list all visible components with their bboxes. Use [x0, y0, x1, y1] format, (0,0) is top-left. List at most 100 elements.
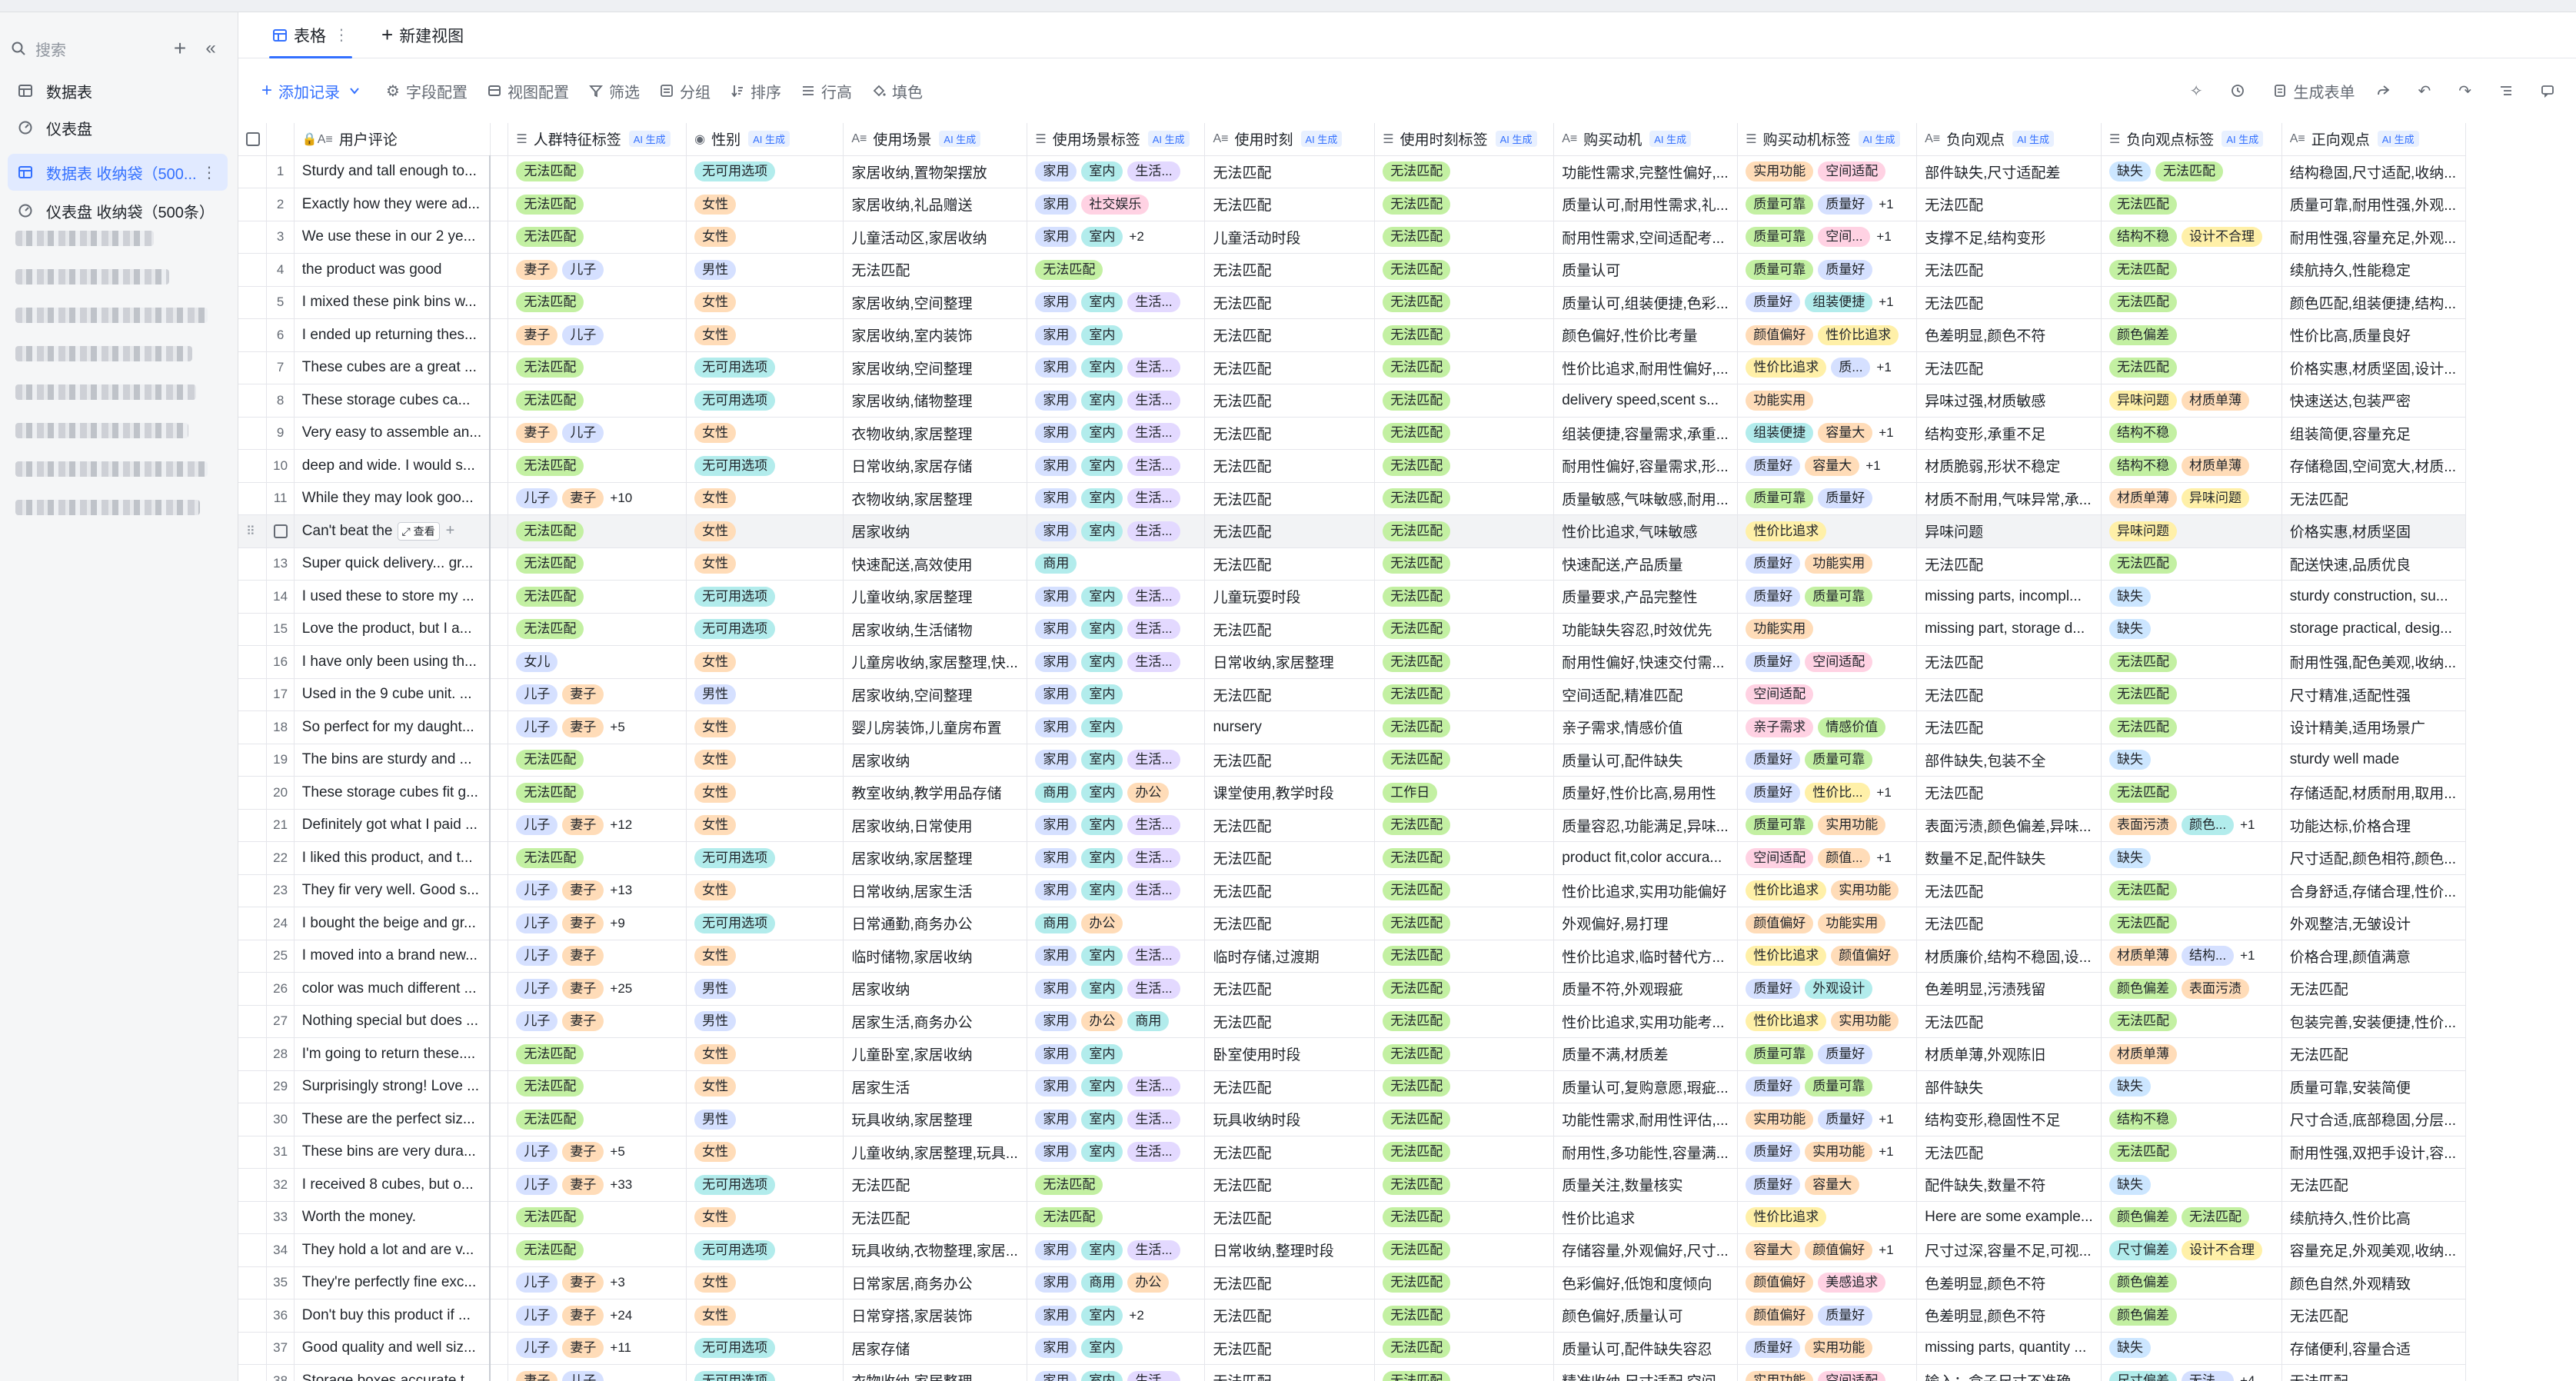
- cell-review[interactable]: We use these in our 2 ye...: [294, 221, 491, 254]
- cell-review[interactable]: While they may look goo...: [294, 482, 491, 515]
- cell-motive-tag[interactable]: 实用功能 空间适配: [1737, 1364, 1918, 1381]
- cell-crowd[interactable]: 儿子 妻子: [508, 678, 687, 711]
- cell-negative[interactable]: 部件缺失: [1916, 1070, 2102, 1103]
- cell-crowd[interactable]: 无法匹配: [508, 776, 687, 810]
- cell-gender[interactable]: 女性: [686, 1266, 844, 1299]
- cell-positive[interactable]: 快速送达,包装严密: [2281, 384, 2466, 418]
- cell-scene[interactable]: 儿童收纳,家居整理,玩具...: [843, 1136, 1028, 1169]
- row-select-cell[interactable]: [238, 1299, 268, 1333]
- row-select-cell[interactable]: [238, 1168, 268, 1202]
- more-count[interactable]: +3: [610, 1275, 624, 1289]
- cell-time[interactable]: 日常收纳,家居整理: [1204, 645, 1376, 679]
- cell-negative-tag[interactable]: 尺寸偏差 无法... +4: [2101, 1364, 2282, 1381]
- filter-button[interactable]: 筛选: [588, 80, 640, 102]
- row-select-cell[interactable]: [238, 351, 268, 384]
- row-select-cell[interactable]: [238, 449, 268, 483]
- cell-scene-tag[interactable]: 无法匹配: [1027, 1168, 1206, 1202]
- row-select-cell[interactable]: [238, 417, 268, 450]
- cell-motive[interactable]: 质量容忍,功能满足,异味...: [1553, 809, 1739, 842]
- cell-time-tag[interactable]: 无法匹配: [1374, 580, 1555, 614]
- table-row[interactable]: 28 I'm going to return these.... 无法匹配 女性 儿童卧…: [238, 1037, 2576, 1071]
- cell-motive[interactable]: delivery speed,scent s...: [1553, 384, 1739, 418]
- cell-review[interactable]: Can't beat the ⤢ 查看 +: [294, 514, 491, 548]
- cell-scene[interactable]: 玩具收纳,衣物整理,家居...: [843, 1233, 1028, 1267]
- table-row[interactable]: 15 Love the product, but I a... 无法匹配 无可用选项 居…: [238, 613, 2576, 646]
- row-select-cell[interactable]: [238, 547, 268, 581]
- cell-time-tag[interactable]: 无法匹配: [1374, 1364, 1555, 1381]
- cell-scene[interactable]: 居家收纳,日常使用: [843, 809, 1028, 842]
- cell-crowd[interactable]: 妻子 儿子: [508, 1364, 687, 1381]
- sidebar-item-3[interactable]: 仪表盘 收纳袋（500条）: [8, 192, 228, 229]
- cell-positive[interactable]: 颜色自然,外观精致: [2281, 1266, 2466, 1299]
- cell-positive[interactable]: 容量充足,外观美观,收纳...: [2281, 1233, 2466, 1267]
- cell-scene[interactable]: 家居收纳,储物整理: [843, 384, 1028, 418]
- cell-time-tag[interactable]: 无法匹配: [1374, 710, 1555, 744]
- cell-time[interactable]: 儿童活动时段: [1204, 221, 1376, 254]
- cell-time-tag[interactable]: 无法匹配: [1374, 809, 1555, 842]
- table-row[interactable]: 2 Exactly how they were ad... 无法匹配 女性 家居收纳,礼…: [238, 188, 2576, 221]
- cell-gender[interactable]: 女性: [686, 417, 844, 450]
- cell-time[interactable]: 玩具收纳时段: [1204, 1103, 1376, 1136]
- cell-scene[interactable]: 家居收纳,室内装饰: [843, 318, 1028, 352]
- table-row[interactable]: 24 I bought the beige and gr... 儿子 妻子 +9 无可用选…: [238, 907, 2576, 940]
- cell-review[interactable]: These storage cubes fit g...: [294, 776, 491, 810]
- cell-negative[interactable]: 材质单薄,外观陈旧: [1916, 1037, 2102, 1071]
- table-row[interactable]: 7 These cubes are a great ... 无法匹配 无可用选项 家居收…: [238, 351, 2576, 384]
- select-all-checkbox[interactable]: [246, 131, 260, 146]
- cell-negative-tag[interactable]: 表面污渍 颜色... +1: [2101, 809, 2282, 842]
- more-count[interactable]: +1: [1879, 197, 1893, 211]
- cell-positive[interactable]: 颜色匹配,组装便捷,结构...: [2281, 286, 2466, 319]
- cell-motive[interactable]: 质量认可,组装便捷,色彩...: [1553, 286, 1739, 319]
- cell-positive[interactable]: 功能达标,价格合理: [2281, 809, 2466, 842]
- sidebar-search[interactable]: 搜索 + «: [11, 29, 226, 68]
- cell-crowd[interactable]: 儿子 妻子 +11: [508, 1332, 687, 1365]
- cell-gender[interactable]: 无可用选项: [686, 1364, 844, 1381]
- cell-time-tag[interactable]: 无法匹配: [1374, 1103, 1555, 1136]
- cell-motive-tag[interactable]: 空间适配 颜值... +1: [1737, 841, 1918, 875]
- more-count[interactable]: +2: [1129, 229, 1143, 244]
- cell-scene-tag[interactable]: 家用 室内: [1027, 1037, 1206, 1071]
- cell-time-tag[interactable]: 无法匹配: [1374, 384, 1555, 418]
- cell-time-tag[interactable]: 无法匹配: [1374, 547, 1555, 581]
- table-row[interactable]: 33 Worth the money. 无法匹配 女性 无法匹配 无法匹配 无法匹配 无法匹配…: [238, 1201, 2576, 1234]
- cell-scene[interactable]: 家居收纳,空间整理: [843, 286, 1028, 319]
- cell-motive[interactable]: 耐用性,多功能性,容量满...: [1553, 1136, 1739, 1169]
- table-row[interactable]: 27 Nothing special but does ... 儿子 妻子 男性 居家生活…: [238, 1005, 2576, 1038]
- more-count[interactable]: +10: [610, 491, 632, 505]
- cell-motive[interactable]: 耐用性需求,空间适配考...: [1553, 221, 1739, 254]
- cell-gender[interactable]: 女性: [686, 744, 844, 777]
- cell-negative-tag[interactable]: 颜色偏差: [2101, 1299, 2282, 1333]
- cell-time-tag[interactable]: 无法匹配: [1374, 1266, 1555, 1299]
- cell-negative-tag[interactable]: 缺失: [2101, 580, 2282, 614]
- cell-gender[interactable]: 男性: [686, 678, 844, 711]
- cell-motive-tag[interactable]: 质量可靠 质量好: [1737, 482, 1918, 515]
- cell-motive-tag[interactable]: 性价比追求 质... +1: [1737, 351, 1918, 384]
- cell-negative[interactable]: 配件缺失,数量不符: [1916, 1168, 2102, 1202]
- cell-motive-tag[interactable]: 质量好 质量可靠: [1737, 580, 1918, 614]
- cell-review[interactable]: Nothing special but does ...: [294, 1005, 491, 1038]
- column-header-time_tag[interactable]: ☰ 使用时刻标签 AI 生成: [1374, 123, 1555, 156]
- cell-negative-tag[interactable]: 缺失: [2101, 1332, 2282, 1365]
- cell-time-tag[interactable]: 无法匹配: [1374, 221, 1555, 254]
- cell-scene-tag[interactable]: 商用 办公: [1027, 907, 1206, 940]
- cell-scene[interactable]: 无法匹配: [843, 1168, 1028, 1202]
- cell-negative-tag[interactable]: 结构不稳 设计不合理: [2101, 221, 2282, 254]
- row-select-cell[interactable]: [238, 710, 268, 744]
- cell-gender[interactable]: 无可用选项: [686, 580, 844, 614]
- cell-positive[interactable]: 耐用性强,容量充足,外观...: [2281, 221, 2466, 254]
- table-row[interactable]: 16 I have only been using th... 女儿 女性 儿童房收纳,…: [238, 645, 2576, 679]
- cell-time[interactable]: 无法匹配: [1204, 1070, 1376, 1103]
- cell-motive[interactable]: 快速配送,产品质量: [1553, 547, 1739, 581]
- cell-time-tag[interactable]: 无法匹配: [1374, 1201, 1555, 1234]
- cell-negative-tag[interactable]: 无法匹配: [2101, 907, 2282, 940]
- cell-crowd[interactable]: 无法匹配: [508, 1070, 687, 1103]
- sidebar-item-0[interactable]: 数据表: [8, 72, 228, 109]
- cell-scene-tag[interactable]: 家用 社交娱乐: [1027, 188, 1206, 221]
- cell-time-tag[interactable]: 无法匹配: [1374, 645, 1555, 679]
- column-header-review[interactable]: 🔒A≡ 用户评论: [294, 123, 491, 156]
- cell-motive[interactable]: product fit,color accura...: [1553, 841, 1739, 875]
- cell-time-tag[interactable]: 无法匹配: [1374, 972, 1555, 1006]
- cell-time-tag[interactable]: 无法匹配: [1374, 482, 1555, 515]
- cell-scene[interactable]: 居家收纳,空间整理: [843, 678, 1028, 711]
- cell-review[interactable]: Storage boxes accurate t...: [294, 1364, 491, 1381]
